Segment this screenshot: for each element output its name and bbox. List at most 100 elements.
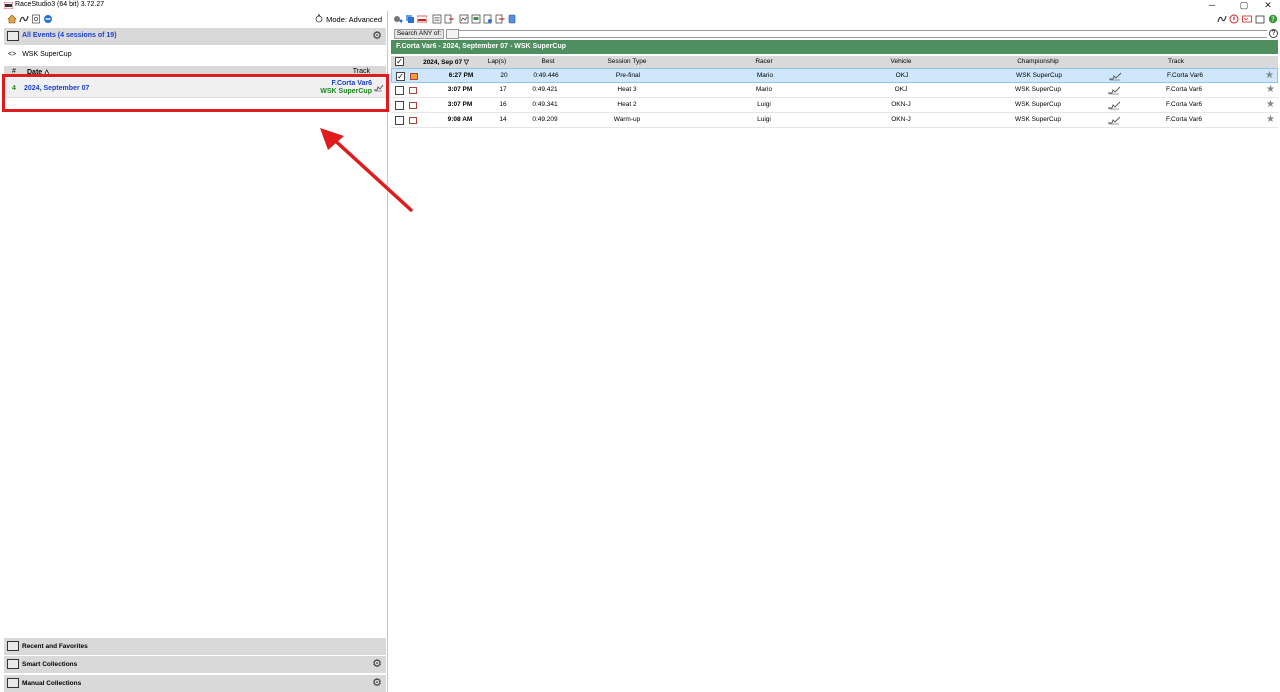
session-racer: Mario [756, 72, 774, 79]
row-checkbox[interactable] [395, 86, 404, 95]
svg-text:?: ? [1271, 16, 1275, 24]
column-racer[interactable]: Racer [755, 58, 772, 65]
column-vehicle[interactable]: Vehicle [891, 58, 912, 65]
search-option-field[interactable] [446, 29, 459, 39]
copy-icon[interactable] [405, 14, 415, 24]
search-any-button[interactable]: Search ANY of: [394, 29, 444, 39]
breadcrumb[interactable]: <> WSK SuperCup [8, 51, 72, 58]
smart-collections-section[interactable]: Smart Collections ⚙ [4, 656, 386, 673]
session-time: 3:07 PM [447, 101, 473, 108]
left-toolbar: Mode: Advanced [0, 11, 388, 27]
track-layout-icon [1108, 116, 1121, 125]
column-date[interactable]: 2024, Sep 07 ▽ [423, 58, 469, 66]
row-checkbox[interactable] [395, 101, 404, 110]
eye-icon [7, 641, 19, 651]
all-events-label: All Events (4 sessions of 19) [22, 32, 117, 39]
breadcrumb-arrow: <> [8, 51, 17, 58]
session-racer: Mario [755, 86, 773, 93]
recent-favorites-section[interactable]: Recent and Favorites [4, 638, 386, 655]
session-vehicle: OKN-J [891, 116, 911, 123]
table-row[interactable]: 3:07 PM 16 0:49.341 Heat 2 Luigi OKN-J W… [391, 98, 1278, 113]
track-layout-icon [1108, 86, 1121, 95]
events-panel: Mode: Advanced All Events (4 sessions of… [0, 11, 389, 692]
database-icon[interactable] [507, 14, 517, 24]
window-title: RaceStudio3 (64 bit) 3.72.27 [15, 1, 105, 8]
all-events-header[interactable]: All Events (4 sessions of 19) ⚙ [4, 28, 386, 45]
gear-icon[interactable]: ⚙ [372, 659, 382, 670]
chart-icon[interactable] [459, 14, 469, 24]
session-championship: WSK SuperCup [1016, 72, 1062, 79]
window-icon[interactable] [1255, 14, 1265, 24]
row-checkbox[interactable]: ✓ [396, 72, 405, 81]
favorite-star-icon[interactable]: ★ [1266, 84, 1275, 95]
session-type: Heat 2 [617, 101, 637, 108]
column-laps[interactable]: Lap(s) [488, 58, 506, 65]
select-all-checkbox[interactable]: ✓ [395, 57, 404, 66]
search-input[interactable] [459, 30, 1267, 38]
session-championship: WSK SuperCup [1015, 116, 1061, 123]
session-type: Pre-final [615, 72, 641, 79]
help-green-icon[interactable]: ? [1268, 14, 1278, 24]
session-vehicle: OKJ [895, 72, 909, 79]
session-best: 0:49.341 [532, 101, 558, 108]
sessions-panel: ? Search ANY of: ? F.Corta Var6 - 2024, … [389, 11, 1280, 692]
home-icon[interactable] [7, 14, 17, 24]
session-laps: 14 [499, 116, 507, 123]
smart-collections-label: Smart Collections [22, 661, 78, 668]
gear-icon[interactable]: ⚙ [372, 678, 382, 689]
minus-circle-icon[interactable] [43, 14, 53, 24]
import-icon[interactable] [495, 14, 505, 24]
help-icon[interactable]: ? [1269, 29, 1278, 38]
video-icon[interactable] [1242, 14, 1252, 24]
breadcrumb-label: WSK SuperCup [22, 51, 72, 58]
sessions-table: ✓ 2024, Sep 07 ▽ Lap(s) Best Session Typ… [391, 56, 1278, 128]
highlight-annotation [2, 74, 389, 112]
row-checkbox[interactable] [395, 116, 404, 125]
mode-label: Mode: Advanced [326, 15, 382, 24]
session-type: Warm-up [613, 116, 641, 123]
doc-refresh-icon[interactable] [483, 14, 493, 24]
settings-icon[interactable] [393, 14, 403, 24]
session-laps: 20 [500, 72, 508, 79]
export-icon[interactable] [444, 14, 454, 24]
session-best: 0:49.209 [532, 116, 558, 123]
favorite-star-icon[interactable]: ★ [1265, 70, 1274, 81]
column-championship[interactable]: Championship [1017, 58, 1059, 65]
session-best: 0:49.421 [532, 86, 558, 93]
recent-favorites-label: Recent and Favorites [22, 643, 88, 650]
image-icon[interactable] [471, 14, 481, 24]
aim-logo-icon[interactable] [417, 14, 427, 24]
session-time: 3:07 PM [447, 86, 473, 93]
minimize-button[interactable]: ─ [1200, 0, 1224, 11]
track-map-icon[interactable] [1217, 14, 1227, 24]
title-bar: RaceStudio3 (64 bit) 3.72.27 ─ ▢ ✕ [0, 0, 1280, 11]
session-track: F.Corta Var6 [1165, 86, 1203, 93]
mode-selector[interactable]: Mode: Advanced [315, 14, 382, 24]
events-chart-icon [7, 31, 19, 41]
session-laps: 17 [499, 86, 507, 93]
maximize-button[interactable]: ▢ [1232, 0, 1256, 11]
list-icon[interactable] [432, 14, 442, 24]
track-layout-icon [1108, 101, 1121, 110]
settings-doc-icon[interactable] [31, 14, 41, 24]
favorite-star-icon[interactable]: ★ [1266, 99, 1275, 110]
table-row[interactable]: 9:08 AM 14 0:49.209 Warm-up Luigi OKN-J … [391, 113, 1278, 128]
column-session-type[interactable]: Session Type [608, 58, 647, 65]
column-track[interactable]: Track [1168, 58, 1184, 65]
alert-icon[interactable] [1229, 14, 1239, 24]
session-file-icon [409, 102, 417, 109]
favorite-star-icon[interactable]: ★ [1266, 114, 1275, 125]
star-box-icon [7, 678, 19, 688]
close-button[interactable]: ✕ [1256, 0, 1280, 11]
session-racer: Luigi [757, 101, 771, 108]
table-row[interactable]: ✓ 6:27 PM 20 0:49.446 Pre-final Mario OK… [391, 68, 1278, 83]
column-best[interactable]: Best [541, 58, 554, 65]
table-header: ✓ 2024, Sep 07 ▽ Lap(s) Best Session Typ… [391, 56, 1278, 68]
session-championship: WSK SuperCup [1015, 86, 1061, 93]
gear-icon[interactable]: ⚙ [372, 31, 382, 42]
manual-collections-label: Manual Collections [22, 680, 82, 687]
table-row[interactable]: 3:07 PM 17 0:49.421 Heat 3 Mario OKJ WSK… [391, 83, 1278, 98]
track-map-icon[interactable] [19, 14, 29, 24]
session-vehicle: OKJ [894, 86, 908, 93]
manual-collections-section[interactable]: Manual Collections ⚙ [4, 675, 386, 692]
